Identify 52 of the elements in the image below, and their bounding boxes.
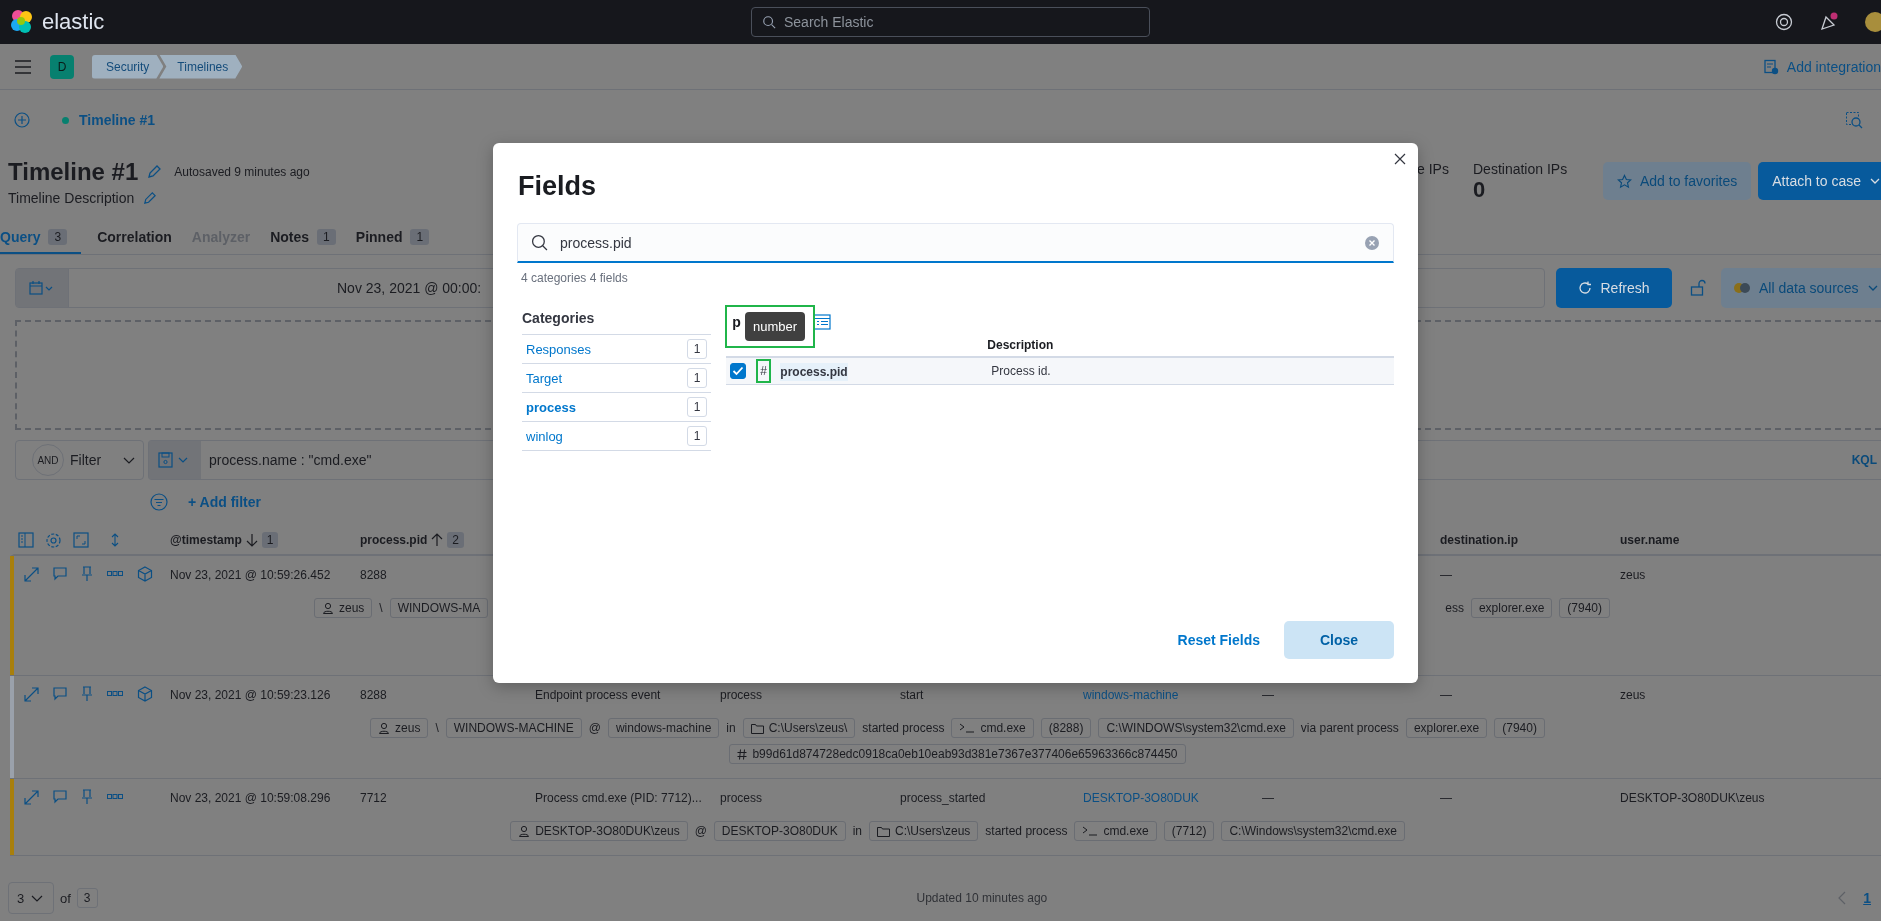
count-badge: 1 xyxy=(686,368,708,388)
detail-text: in xyxy=(726,721,736,735)
timeline-description: Timeline Description xyxy=(8,190,135,206)
result-count: 4 categories 4 fields xyxy=(520,271,629,285)
column-header: Description xyxy=(987,338,1055,352)
tooltip: number xyxy=(745,312,806,341)
detail-text: @ xyxy=(694,824,707,838)
field-type-icon: # xyxy=(756,359,772,383)
table-cell: Nov 23, 2021 @ 10:59:26.452 xyxy=(170,568,331,582)
category-heading: p xyxy=(732,314,741,330)
table-cell: — xyxy=(1262,791,1274,805)
detail-text: via parent process xyxy=(1300,721,1399,735)
table-cell: zeus xyxy=(1620,568,1646,582)
count-badge: 1 xyxy=(686,339,708,359)
table-cell: 8288 xyxy=(360,568,387,582)
stat-label: Destination IPs xyxy=(1473,161,1569,177)
field-name: process.pid xyxy=(780,363,848,381)
table-cell: process xyxy=(720,688,763,702)
table-cell: DESKTOP-3O80DUK\zeus xyxy=(1620,791,1765,805)
detail-text: started process xyxy=(985,824,1068,838)
table-cell: Nov 23, 2021 @ 10:59:23.126 xyxy=(170,688,331,702)
table-cell: process xyxy=(720,791,763,805)
detail-text: @ xyxy=(588,721,601,735)
table-cell: zeus xyxy=(1620,688,1646,702)
table-cell: — xyxy=(1440,791,1452,805)
dialog-title: Fields xyxy=(518,170,598,203)
table-cell: — xyxy=(1262,688,1274,702)
count-badge: 1 xyxy=(686,397,708,417)
field-description: Process id. xyxy=(991,364,1052,378)
table-cell: Process cmd.exe (PID: 7712)... xyxy=(535,791,702,805)
detail-text: \ xyxy=(379,601,383,615)
table-cell: — xyxy=(1440,568,1452,582)
count-badge: 1 xyxy=(686,426,708,446)
table-cell: 7712 xyxy=(360,791,387,805)
autosaved-text: Autosaved 9 minutes ago xyxy=(174,165,310,179)
pager-text: of xyxy=(60,890,71,906)
updated-text: Updated 10 minutes ago xyxy=(916,891,1048,905)
page-total: 3 xyxy=(76,888,98,908)
table-cell: Endpoint process event xyxy=(535,688,661,702)
detail-text: started process xyxy=(862,721,945,735)
stat-label: e IPs xyxy=(1417,161,1450,177)
table-cell: Nov 23, 2021 @ 10:59:08.296 xyxy=(170,791,331,805)
table-cell: process_started xyxy=(900,791,986,805)
detail-text: \ xyxy=(435,721,439,735)
table-cell: — xyxy=(1440,688,1452,702)
categories-heading: Categories xyxy=(522,310,712,335)
stat-value: 0 xyxy=(1473,177,1487,203)
table-cell: start xyxy=(900,688,924,702)
detail-text: ess xyxy=(1445,601,1464,615)
detail-text: in xyxy=(852,824,862,838)
timeline-title: Timeline #1 xyxy=(8,157,139,187)
table-cell: 8288 xyxy=(360,688,387,702)
